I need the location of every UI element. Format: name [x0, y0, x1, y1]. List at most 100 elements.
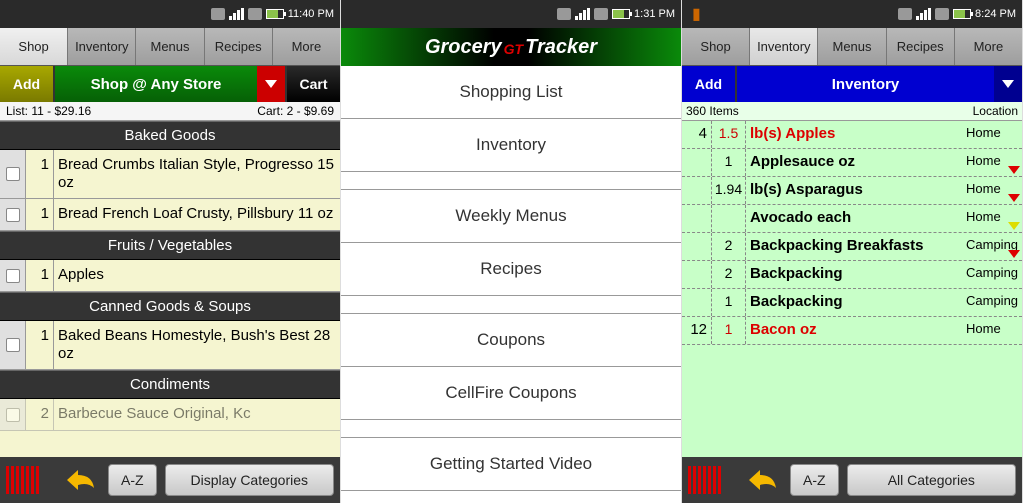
tab-more[interactable]: More — [273, 28, 340, 65]
tab-inventory[interactable]: Inventory — [750, 28, 818, 65]
barcode-icon[interactable] — [688, 464, 736, 496]
checkbox[interactable] — [0, 260, 26, 291]
status-bar: ▮ 8:24 PM — [682, 0, 1022, 28]
sort-button[interactable]: A-Z — [108, 464, 157, 496]
item-count: 360 Items — [686, 104, 739, 118]
menu-recipes[interactable]: Recipes — [341, 243, 681, 296]
chevron-down-icon — [1002, 80, 1014, 88]
col2: 1 — [712, 289, 746, 316]
data-icon — [594, 8, 608, 20]
qty: 1 — [26, 321, 54, 369]
display-categories-button[interactable]: Display Categories — [165, 464, 334, 496]
main-menu: Shopping List Inventory Weekly Menus Rec… — [341, 66, 681, 503]
store-selector[interactable]: Shop @ Any Store — [55, 66, 257, 102]
add-button[interactable]: Add — [0, 66, 55, 102]
inventory-selector[interactable]: Inventory — [737, 66, 994, 102]
tab-shop[interactable]: Shop — [0, 28, 68, 65]
battery-icon — [266, 9, 284, 19]
inv-row[interactable]: 1.94lb(s) AsparagusHome — [682, 177, 1022, 205]
list-item[interactable]: 2Barbecue Sauce Original, Kc — [0, 399, 340, 431]
menu-getting-started[interactable]: Getting Started Video — [341, 438, 681, 491]
inventory-list[interactable]: 41.5lb(s) ApplesHome 1Applesauce ozHome … — [682, 121, 1022, 457]
inventory-dropdown[interactable] — [994, 66, 1022, 102]
col1: 12 — [682, 317, 712, 344]
shopping-list[interactable]: Baked Goods 1Bread Crumbs Italian Style,… — [0, 121, 340, 457]
inv-row[interactable]: 2Backpacking BreakfastsCamping — [682, 233, 1022, 261]
cart-total: Cart: 2 - $9.69 — [257, 104, 334, 118]
location: Home — [962, 149, 1022, 176]
menu-inventory[interactable]: Inventory — [341, 119, 681, 172]
categories-button[interactable]: All Categories — [847, 464, 1016, 496]
tab-menus[interactable]: Menus — [136, 28, 204, 65]
col2: 1.94 — [712, 177, 746, 204]
checkbox[interactable] — [0, 321, 26, 369]
item-name: Bread Crumbs Italian Style, Progresso 15… — [54, 150, 340, 198]
inv-row[interactable]: 121Bacon ozHome — [682, 317, 1022, 345]
flag-icon — [1008, 222, 1020, 230]
store-dropdown[interactable] — [257, 66, 285, 102]
checkbox[interactable] — [0, 199, 26, 230]
section-header: Condiments — [0, 370, 340, 399]
col1 — [682, 177, 712, 204]
menu-cellfire[interactable]: CellFire Coupons — [341, 367, 681, 420]
item-name: Backpacking — [746, 261, 962, 288]
sort-button[interactable]: A-Z — [790, 464, 839, 496]
item-name: Bread French Loaf Crusty, Pillsbury 11 o… — [54, 199, 340, 230]
list-item[interactable]: 1Baked Beans Homestyle, Bush's Best 28 o… — [0, 321, 340, 370]
tab-shop[interactable]: Shop — [682, 28, 750, 65]
phone-menu: 1:31 PM Grocery GT Tracker Shopping List… — [341, 0, 682, 503]
list-item[interactable]: 1Bread Crumbs Italian Style, Progresso 1… — [0, 150, 340, 199]
menu-weekly-menus[interactable]: Weekly Menus — [341, 190, 681, 243]
flag-icon — [1008, 166, 1020, 174]
location: Home — [962, 121, 1022, 148]
section-header: Canned Goods & Soups — [0, 292, 340, 321]
status-bar: 11:40 PM — [0, 0, 340, 28]
list-item[interactable]: 1Bread French Loaf Crusty, Pillsbury 11 … — [0, 199, 340, 231]
chevron-down-icon — [265, 80, 277, 88]
barcode-icon[interactable] — [6, 464, 54, 496]
tab-inventory[interactable]: Inventory — [68, 28, 136, 65]
cart-button[interactable]: Cart — [285, 66, 340, 102]
inv-row[interactable]: 2BackpackingCamping — [682, 261, 1022, 289]
battery-icon — [953, 9, 971, 19]
data-icon — [935, 8, 949, 20]
col1 — [682, 261, 712, 288]
inv-row[interactable]: 41.5lb(s) ApplesHome — [682, 121, 1022, 149]
inv-row[interactable]: Avocado eachHome — [682, 205, 1022, 233]
back-icon[interactable] — [62, 464, 100, 496]
signal-icon — [229, 8, 244, 20]
action-bar: Add Shop @ Any Store Cart — [0, 66, 340, 102]
section-header: Fruits / Vegetables — [0, 231, 340, 260]
location: Camping — [962, 289, 1022, 316]
col2: 1 — [712, 149, 746, 176]
location: Camping — [962, 261, 1022, 288]
clock: 1:31 PM — [634, 8, 675, 20]
top-tabs: Shop Inventory Menus Recipes More — [682, 28, 1022, 66]
banner-text: Tracker — [525, 36, 597, 59]
list-item[interactable]: 1Apples — [0, 260, 340, 292]
data-icon — [248, 8, 262, 20]
item-name: Avocado each — [746, 205, 962, 232]
inv-row[interactable]: 1BackpackingCamping — [682, 289, 1022, 317]
menu-shopping-list[interactable]: Shopping List — [341, 66, 681, 119]
top-tabs: Shop Inventory Menus Recipes More — [0, 28, 340, 66]
add-button[interactable]: Add — [682, 66, 737, 102]
inv-row[interactable]: 1Applesauce ozHome — [682, 149, 1022, 177]
bottom-bar: A-Z All Categories — [682, 457, 1022, 503]
checkbox[interactable] — [0, 399, 26, 430]
tab-menus[interactable]: Menus — [818, 28, 886, 65]
col2: 2 — [712, 233, 746, 260]
qty: 1 — [26, 199, 54, 230]
app-icon: ▮ — [692, 4, 701, 24]
item-name: Applesauce oz — [746, 149, 962, 176]
col1 — [682, 149, 712, 176]
menu-coupons[interactable]: Coupons — [341, 314, 681, 367]
tab-more[interactable]: More — [955, 28, 1022, 65]
flag-icon — [1008, 194, 1020, 202]
3g-icon — [898, 8, 912, 20]
section-header: Baked Goods — [0, 121, 340, 150]
back-icon[interactable] — [744, 464, 782, 496]
checkbox[interactable] — [0, 150, 26, 198]
tab-recipes[interactable]: Recipes — [205, 28, 273, 65]
tab-recipes[interactable]: Recipes — [887, 28, 955, 65]
